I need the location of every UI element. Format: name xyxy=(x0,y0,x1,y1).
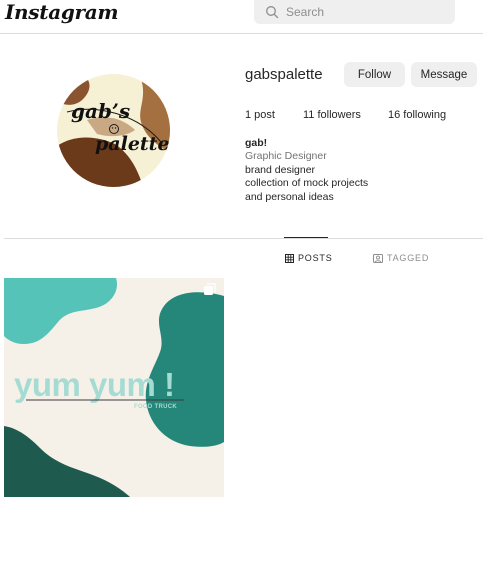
top-bar: Instagram xyxy=(0,0,483,34)
bio-name: gab! xyxy=(245,137,268,149)
avatar-text-top: gab’s xyxy=(71,99,130,123)
post-title: yum yum ! xyxy=(14,366,175,403)
tabs-divider xyxy=(4,238,483,239)
grid-icon xyxy=(285,253,294,263)
search-box[interactable] xyxy=(254,0,455,24)
message-button[interactable]: Message xyxy=(411,62,477,87)
stat-posts: 1 post xyxy=(245,109,275,121)
search-input[interactable] xyxy=(286,3,446,21)
instagram-logo[interactable]: Instagram xyxy=(5,0,119,24)
tab-posts-label: POSTS xyxy=(298,253,333,263)
tab-tagged[interactable]: TAGGED xyxy=(373,252,429,264)
avatar[interactable]: gab’s palette xyxy=(57,74,170,187)
post-subtitle: FOOD TRUCK xyxy=(134,404,177,410)
tab-posts[interactable]: POSTS xyxy=(285,252,333,264)
bio-line: and personal ideas xyxy=(245,190,334,203)
tag-icon xyxy=(373,253,383,263)
post-image: yum yum ! FOOD TRUCK xyxy=(4,278,224,497)
bio-line: brand designer xyxy=(245,163,316,176)
tab-tagged-label: TAGGED xyxy=(387,253,430,263)
search-icon xyxy=(266,6,279,19)
profile-username: gabspalette xyxy=(245,66,323,83)
bio-line: collection of mock projects xyxy=(245,177,369,190)
avatar-image: gab’s palette xyxy=(57,74,170,187)
post-tile[interactable]: yum yum ! FOOD TRUCK xyxy=(4,278,224,497)
stat-following[interactable]: 16 following xyxy=(388,109,446,121)
bio-category: Graphic Designer xyxy=(245,150,327,163)
active-tab-indicator xyxy=(284,237,328,238)
stat-followers[interactable]: 11 followers xyxy=(303,109,361,121)
avatar-text-bottom: palette xyxy=(95,133,170,155)
profile-bio: gab! Graphic Designer brand designer col… xyxy=(245,137,368,204)
follow-button[interactable]: Follow xyxy=(344,62,405,87)
